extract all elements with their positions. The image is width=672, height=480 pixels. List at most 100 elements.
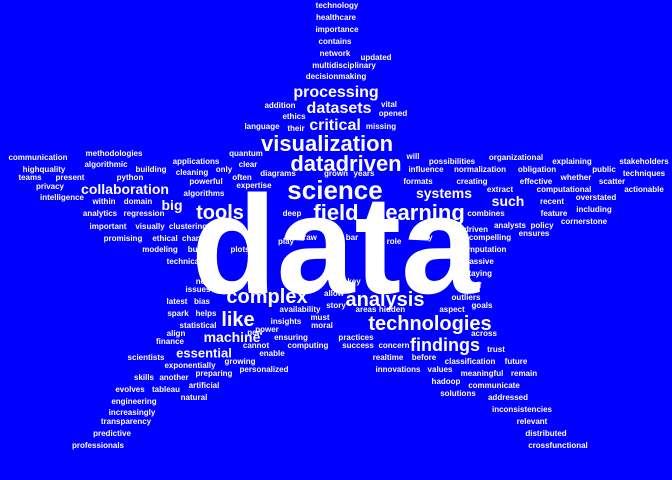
word-realtime: realtime [372, 353, 404, 362]
word-tableau: tableau [151, 385, 181, 394]
word-will: will [406, 152, 420, 161]
word-itself: itself [462, 281, 482, 290]
word-present: present [55, 173, 85, 182]
word-distributed: distributed [525, 429, 567, 438]
word-raw: raw [303, 233, 317, 242]
word-teams: teams [18, 173, 42, 182]
word-but: but [187, 245, 201, 254]
word-computing: computing [287, 341, 329, 350]
word-cornerstone: cornerstone [560, 217, 608, 226]
word-helps: helps [195, 309, 217, 318]
word-obligation: obligation [517, 165, 557, 174]
word-concern: concern [378, 341, 410, 350]
word-before: before [411, 353, 437, 362]
word-areas: areas [355, 305, 377, 314]
word-key: key [347, 277, 361, 286]
word-influence: influence [408, 165, 444, 174]
word-algorithmic: algorithmic [84, 160, 128, 169]
word-modeling: modeling [142, 245, 178, 254]
word-crossfunctional: crossfunctional [528, 441, 588, 450]
word-systems: systems [415, 185, 473, 201]
word-actionable: actionable [624, 185, 664, 194]
word-inconsistencies: inconsistencies [491, 405, 553, 414]
word-their: their [287, 124, 305, 133]
word-healthcare: healthcare [315, 13, 357, 22]
word-evolves: evolves [115, 385, 145, 394]
word-expertise: expertise [236, 181, 272, 190]
word-field: field [313, 200, 359, 225]
word-communication: communication [8, 153, 68, 162]
word-addition: addition [264, 101, 296, 110]
word-deep: deep [282, 209, 302, 218]
word-hadoop: hadoop [431, 377, 461, 386]
word-success: success [342, 341, 374, 350]
word-findings: findings [410, 335, 480, 355]
word-goals: goals [471, 301, 493, 310]
word-personalized: personalized [239, 365, 289, 374]
word-learning: learning [379, 200, 465, 225]
word-values: values [427, 365, 453, 374]
word-massive: massive [462, 257, 494, 266]
word-ethical: ethical [152, 234, 178, 243]
word-trust: trust [487, 345, 505, 354]
word-network: network [319, 49, 351, 58]
word-vital: vital [380, 100, 398, 109]
word-methodologies: methodologies [85, 149, 143, 158]
word-organizational: organizational [488, 153, 544, 162]
word-play: play [277, 237, 295, 246]
word-such: such [491, 193, 525, 209]
word-within: within [92, 197, 116, 206]
word-contains: contains [318, 37, 352, 46]
word-complex: complex [226, 286, 308, 308]
word-opened: opened [378, 109, 408, 118]
word-ethics: ethics [282, 112, 306, 121]
word-public: public [592, 165, 616, 174]
word-natural: natural [180, 393, 208, 402]
word-visually: visually [135, 222, 165, 231]
word-language: language [244, 122, 280, 131]
word-formats: formats [403, 177, 433, 186]
word-clustering: clustering [168, 222, 208, 231]
word-moral: moral [311, 321, 333, 330]
word-big: big [161, 197, 183, 213]
word-missing: missing [365, 122, 397, 131]
word-explaining: explaining [552, 157, 592, 166]
word-multidisciplinary: multidisciplinary [312, 61, 376, 70]
word-scientists: scientists [127, 353, 165, 362]
word-staying: staying [463, 269, 493, 278]
word-spark: spark [167, 309, 189, 318]
word-ensures: ensures [518, 229, 550, 238]
word-tools: tools [196, 202, 244, 224]
word-including: including [576, 205, 612, 214]
word-applications: applications [172, 157, 220, 166]
word-importance: importance [315, 25, 359, 34]
word-scatter: scatter [598, 177, 626, 186]
word-charts: charts [181, 234, 207, 243]
word-cloud: data science datadriven visualization fi… [0, 0, 672, 480]
word-remain: remain [510, 369, 538, 378]
word-recent: recent [539, 197, 565, 206]
word-normalization: normalization [453, 165, 507, 174]
word-technology: technology [315, 1, 359, 10]
word-engineering: engineering [111, 397, 157, 406]
word-python: python [116, 173, 144, 182]
word-preparing: preparing [195, 369, 233, 378]
word-role: role [386, 237, 402, 246]
word-increasingly: increasingly [108, 408, 156, 417]
word-techniques: techniques [622, 169, 666, 178]
word-artificial: artificial [188, 381, 220, 390]
word-quantum: quantum [229, 149, 263, 158]
word-clear: clear [238, 160, 258, 169]
word-hidden: hidden [378, 305, 406, 314]
word-solutions: solutions [440, 389, 476, 398]
word-compelling: compelling [468, 233, 512, 242]
word-collaboration: collaboration [81, 181, 169, 197]
word-datasets: datasets [306, 100, 372, 117]
word-intelligence: intelligence [39, 193, 85, 202]
word-powerful: powerful [189, 177, 223, 186]
word-transparency: transparency [100, 417, 152, 426]
word-creating: creating [456, 177, 488, 186]
word-imputation: imputation [465, 245, 507, 254]
word-across: across [471, 329, 497, 338]
word-processing: processing [293, 84, 379, 101]
